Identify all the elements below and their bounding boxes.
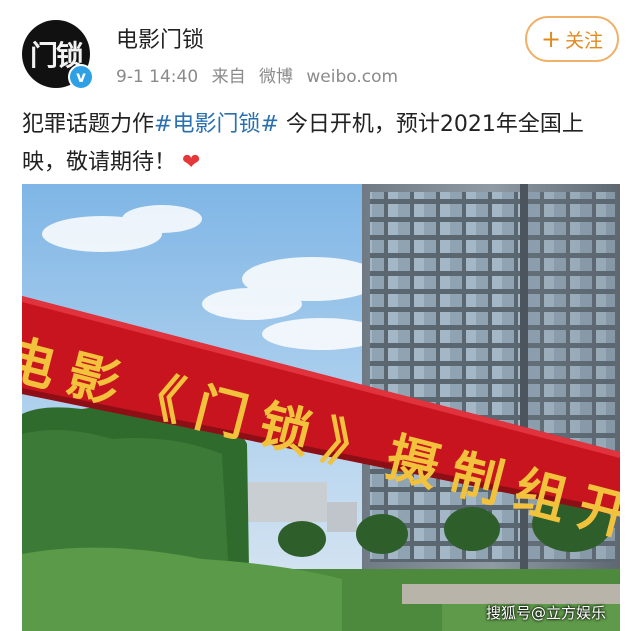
distant-building xyxy=(247,482,327,522)
follow-button[interactable]: + 关注 xyxy=(525,16,619,62)
plus-icon: + xyxy=(540,25,562,53)
post-date: 9-1 14:40 xyxy=(116,67,199,87)
follow-label: 关注 xyxy=(565,29,604,52)
post-photo[interactable]: 电影《门锁》摄制组开机 搜狐号@立方娱乐 xyxy=(22,184,620,631)
post-header: 门锁 v 电影门锁 9-1 14:40 来自 微博 weibo.com + 关注 xyxy=(0,0,640,100)
hashtag-link[interactable]: #电影门锁# xyxy=(154,112,279,137)
heart-icon: ❤ xyxy=(182,150,201,175)
verified-badge-icon: v xyxy=(68,64,94,90)
photo-scene: 电影《门锁》摄制组开机 xyxy=(22,184,620,631)
post-text: 犯罪话题力作#电影门锁# 今日开机，预计2021年全国上映，敬请期待！ ❤ xyxy=(22,106,622,182)
source-app: 微博 xyxy=(258,67,293,87)
watermark: 搜狐号@立方娱乐 xyxy=(485,604,606,622)
post-meta: 9-1 14:40 来自 微博 weibo.com xyxy=(116,62,406,87)
username[interactable]: 电影门锁 xyxy=(116,22,204,54)
post-text-intro: 犯罪话题力作 xyxy=(22,112,155,137)
source-site: weibo.com xyxy=(306,67,399,87)
source-prefix: 来自 xyxy=(211,67,246,87)
